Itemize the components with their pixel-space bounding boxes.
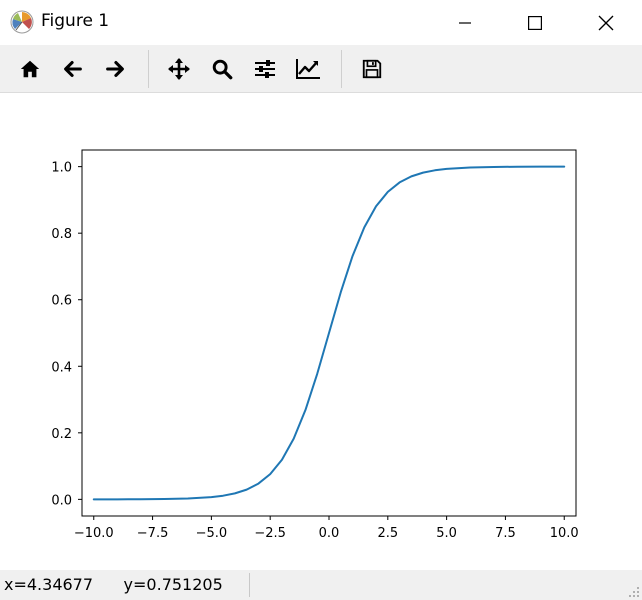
sigmoid-curve bbox=[92, 165, 566, 501]
home-icon bbox=[20, 60, 40, 78]
x-tick-label: 2.5 bbox=[377, 526, 398, 541]
configure-subplots-button[interactable] bbox=[248, 52, 282, 86]
floppy-disk-icon bbox=[362, 59, 382, 79]
window-title: Figure 1 bbox=[41, 11, 110, 31]
minimize-icon bbox=[459, 21, 471, 24]
close-icon bbox=[598, 15, 614, 30]
y-tick-label: 0.0 bbox=[51, 493, 72, 508]
x-tick-label: 5.0 bbox=[436, 526, 457, 541]
figure-canvas[interactable]: −10.0 −7.5 −5.0 −2.5 0.0 2.5 5.0 7.5 10.0 0.0 0.2 0… bbox=[0, 93, 642, 570]
magnifier-icon bbox=[212, 59, 233, 80]
resize-grip-icon[interactable] bbox=[628, 586, 640, 598]
maximize-button[interactable] bbox=[512, 0, 558, 45]
y-tick-label: 0.6 bbox=[51, 294, 72, 309]
status-separator bbox=[249, 573, 250, 597]
plot-area[interactable]: −10.0 −7.5 −5.0 −2.5 0.0 2.5 5.0 7.5 10.0 0.0 0.2 0… bbox=[0, 93, 642, 570]
y-tick-label: 1.0 bbox=[51, 161, 72, 176]
axis-ticks: −10.0 −7.5 −5.0 −2.5 0.0 2.5 5.0 7.5 10.0 0.0 0.2 0… bbox=[51, 161, 578, 541]
data-series bbox=[92, 165, 566, 501]
x-tick-label: 0.0 bbox=[319, 526, 340, 541]
title-bar: Figure 1 bbox=[0, 0, 642, 45]
sliders-icon bbox=[255, 60, 275, 78]
minimize-button[interactable] bbox=[442, 0, 488, 45]
forward-button[interactable] bbox=[98, 52, 132, 86]
x-tick-label: −7.5 bbox=[137, 526, 169, 541]
navigation-toolbar bbox=[0, 45, 642, 93]
toolbar-separator bbox=[148, 50, 149, 88]
cursor-coordinates: x=4.34677 y=0.751205 bbox=[4, 575, 223, 594]
toolbar-separator bbox=[341, 50, 342, 88]
x-tick-label: 7.5 bbox=[495, 526, 516, 541]
zoom-button[interactable] bbox=[205, 52, 239, 86]
save-button[interactable] bbox=[355, 52, 389, 86]
x-tick-label: −2.5 bbox=[254, 526, 286, 541]
matplotlib-icon bbox=[10, 10, 34, 34]
y-tick-label: 0.4 bbox=[51, 360, 72, 375]
close-button[interactable] bbox=[583, 0, 629, 45]
back-button[interactable] bbox=[56, 52, 90, 86]
maximize-icon bbox=[528, 15, 542, 30]
pan-button[interactable] bbox=[162, 52, 196, 86]
x-tick-label: 10.0 bbox=[550, 526, 579, 541]
move-icon bbox=[168, 58, 190, 80]
status-bar: x=4.34677 y=0.751205 bbox=[0, 570, 642, 600]
arrow-right-icon bbox=[106, 61, 124, 77]
y-tick-label: 0.8 bbox=[51, 227, 72, 242]
x-tick-label: −10.0 bbox=[74, 526, 114, 541]
edit-axis-button[interactable] bbox=[291, 52, 325, 86]
home-button[interactable] bbox=[13, 52, 47, 86]
arrow-left-icon bbox=[64, 61, 82, 77]
line-chart-icon bbox=[296, 59, 320, 79]
y-tick-label: 0.2 bbox=[51, 427, 72, 442]
x-tick-label: −5.0 bbox=[196, 526, 228, 541]
